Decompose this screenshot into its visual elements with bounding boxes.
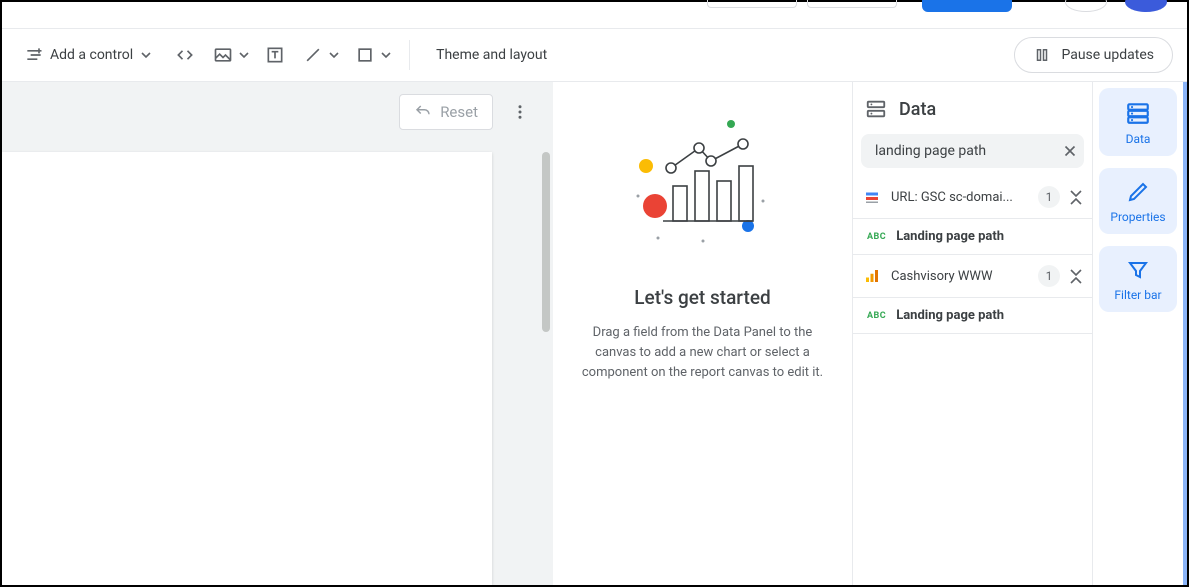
chevron-down-icon[interactable] bbox=[379, 50, 393, 60]
theme-and-layout-label: Theme and layout bbox=[436, 47, 547, 63]
field-row[interactable]: ABC Landing page path bbox=[853, 298, 1092, 334]
tab-properties[interactable]: Properties bbox=[1099, 168, 1177, 234]
pencil-icon bbox=[1126, 180, 1150, 204]
add-control-icon bbox=[24, 45, 44, 65]
tab-filter-bar[interactable]: Filter bar bbox=[1099, 246, 1177, 312]
top-pill-1 bbox=[707, 0, 797, 8]
chevron-down-icon bbox=[139, 50, 153, 60]
embed-code-icon[interactable] bbox=[171, 41, 199, 69]
field-count-badge: 1 bbox=[1038, 265, 1060, 287]
field-count-badge: 1 bbox=[1038, 186, 1060, 208]
tab-data[interactable]: Data bbox=[1099, 88, 1177, 156]
get-started-illustration bbox=[603, 106, 803, 256]
search-input[interactable] bbox=[875, 143, 1053, 159]
pause-updates-label: Pause updates bbox=[1061, 47, 1154, 63]
data-panel-title: Data bbox=[899, 99, 936, 120]
text-tool-icon[interactable] bbox=[261, 41, 289, 69]
line-tool-icon[interactable] bbox=[299, 41, 327, 69]
get-started-panel: Let's get started Drag a field from the … bbox=[553, 82, 853, 585]
toolbar-divider bbox=[409, 40, 410, 70]
filter-icon bbox=[1126, 258, 1150, 282]
tab-data-label: Data bbox=[1126, 132, 1151, 146]
data-source-label: URL: GSC sc-domai... bbox=[891, 190, 1028, 205]
pause-updates-button[interactable]: Pause updates bbox=[1014, 37, 1173, 73]
tab-properties-label: Properties bbox=[1110, 210, 1165, 224]
primary-action-stub[interactable] bbox=[922, 0, 1012, 12]
data-panel-header: Data bbox=[853, 82, 1092, 134]
get-started-title: Let's get started bbox=[634, 286, 770, 309]
top-pill-2 bbox=[807, 0, 897, 8]
reset-button[interactable]: Reset bbox=[399, 94, 493, 130]
toolbar: Add a control Theme and layout bbox=[2, 28, 1187, 82]
tab-filter-bar-label: Filter bar bbox=[1114, 288, 1161, 302]
clear-search-button[interactable] bbox=[1059, 140, 1081, 162]
expand-collapse-icon[interactable] bbox=[1070, 269, 1082, 284]
side-tabs: Data Properties Filter bar bbox=[1093, 82, 1183, 585]
database-icon bbox=[1125, 100, 1151, 126]
field-row[interactable]: ABC Landing page path bbox=[853, 219, 1092, 255]
right-edge-accent bbox=[1183, 82, 1187, 585]
theme-and-layout-button[interactable]: Theme and layout bbox=[426, 41, 557, 69]
add-a-control-label: Add a control bbox=[50, 47, 133, 63]
canvas-area[interactable]: Reset bbox=[2, 82, 553, 585]
ga-source-icon bbox=[863, 267, 881, 285]
top-app-bar-stub bbox=[2, 2, 1187, 28]
data-source-row[interactable]: Cashvisory WWW 1 bbox=[853, 255, 1092, 298]
avatar[interactable] bbox=[1125, 0, 1167, 12]
more-vert-icon bbox=[511, 103, 529, 121]
add-a-control-button[interactable]: Add a control bbox=[16, 39, 161, 71]
gsc-source-icon bbox=[863, 188, 881, 206]
field-label: Landing page path bbox=[896, 308, 1004, 323]
canvas-scrollbar[interactable] bbox=[539, 152, 553, 585]
chevron-down-icon[interactable] bbox=[327, 50, 341, 60]
text-type-icon: ABC bbox=[867, 232, 886, 242]
close-icon bbox=[1061, 142, 1079, 160]
chevron-down-icon[interactable] bbox=[237, 50, 251, 60]
shape-tool-icon[interactable] bbox=[351, 41, 379, 69]
report-canvas-page[interactable] bbox=[2, 152, 492, 585]
canvas-top-controls: Reset bbox=[399, 94, 533, 130]
text-type-icon: ABC bbox=[867, 311, 886, 321]
data-source-label: Cashvisory WWW bbox=[891, 269, 1028, 284]
field-label: Landing page path bbox=[896, 229, 1004, 244]
search-field-wrap[interactable] bbox=[861, 134, 1084, 168]
undo-icon bbox=[414, 103, 432, 121]
data-panel: Data URL: GSC sc-domai... 1 ABC Landing … bbox=[853, 82, 1093, 585]
data-source-row[interactable]: URL: GSC sc-domai... 1 bbox=[853, 176, 1092, 219]
account-circle-stub[interactable] bbox=[1065, 0, 1107, 12]
expand-collapse-icon[interactable] bbox=[1070, 190, 1082, 205]
reset-label: Reset bbox=[440, 103, 478, 121]
pause-icon bbox=[1033, 46, 1051, 64]
data-source-icon bbox=[865, 98, 887, 120]
main-area: Reset bbox=[2, 82, 1187, 585]
get-started-text: Drag a field from the Data Panel to the … bbox=[569, 323, 836, 383]
more-options-button[interactable] bbox=[507, 99, 533, 125]
image-icon[interactable] bbox=[209, 41, 237, 69]
